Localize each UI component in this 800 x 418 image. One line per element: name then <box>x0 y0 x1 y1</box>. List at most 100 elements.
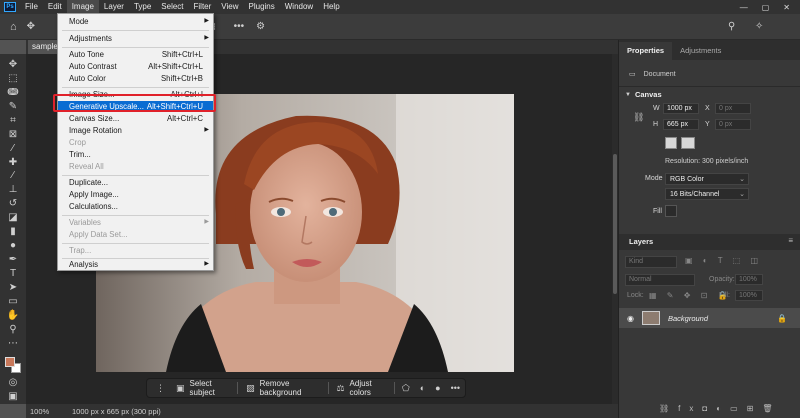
menu-item-auto-contrast[interactable]: Auto Contrast Alt+Shift+Ctrl+L <box>58 61 213 72</box>
drag-handle-icon[interactable]: ⋮ <box>151 383 170 394</box>
adjustment-icon[interactable]: ◐ <box>716 404 730 413</box>
menu-view[interactable]: View <box>216 0 243 14</box>
menu-item-trim[interactable]: Trim... <box>58 149 213 160</box>
marquee-icon[interactable]: ⬚ <box>4 72 22 85</box>
search-icon[interactable]: ⚲ <box>728 21 735 32</box>
remove-background-button[interactable]: ▨ Remove background <box>240 379 326 397</box>
landscape-orientation-icon[interactable] <box>681 137 695 149</box>
link-layers-icon[interactable]: ⛓ <box>659 404 678 413</box>
zoom-level[interactable]: 100% <box>26 407 68 416</box>
link-icon[interactable]: ⛓ <box>633 112 644 123</box>
zoom-icon[interactable]: ⚲ <box>4 323 22 336</box>
visibility-eye-icon[interactable]: ◉ <box>627 314 634 323</box>
more-options-icon[interactable]: ••• <box>234 21 245 32</box>
menu-item-auto-color[interactable]: Auto Color Shift+Ctrl+B <box>58 73 213 84</box>
gradient-icon[interactable]: ▮ <box>4 225 22 238</box>
document-info: 1000 px x 665 px (300 ppi) <box>72 406 161 416</box>
maximize-icon[interactable]: ▢ <box>762 3 770 12</box>
new-layer-icon[interactable]: ⊞ <box>747 404 763 413</box>
height-field[interactable]: 665 px <box>663 119 699 130</box>
rectangle-icon[interactable]: ▭ <box>4 295 22 308</box>
color-swatches[interactable] <box>3 355 23 373</box>
fill-opacity-field[interactable]: 100% <box>735 290 763 301</box>
mask-icon[interactable]: ● <box>430 383 445 393</box>
opacity-field[interactable]: 100% <box>735 274 763 285</box>
healing-brush-icon[interactable]: ✚ <box>4 156 22 169</box>
x-field[interactable]: 0 px <box>715 103 751 114</box>
menu-item-adjustments[interactable]: Adjustments ▶ <box>58 33 213 44</box>
bit-depth-select[interactable]: 16 Bits/Channel ⌄ <box>665 188 749 200</box>
add-mask-icon[interactable]: ◘ <box>702 404 716 413</box>
foreground-color-swatch[interactable] <box>5 356 15 367</box>
close-icon[interactable]: ✕ <box>783 3 790 12</box>
menu-type[interactable]: Type <box>129 0 156 14</box>
tab-adjustments[interactable]: Adjustments <box>672 42 729 60</box>
menu-item-analysis[interactable]: Analysis ▶ <box>58 259 213 270</box>
layers-title[interactable]: Layers <box>629 237 653 246</box>
layer-filter-kind[interactable]: Kind <box>625 256 677 268</box>
canvas-section-header[interactable]: ▼ Canvas <box>625 90 662 99</box>
menu-shortcut: Alt+Ctrl+C <box>167 114 203 123</box>
mode-select[interactable]: RGB Color ⌄ <box>665 173 749 185</box>
move-icon[interactable]: ✥ <box>4 58 22 71</box>
blur-icon[interactable]: ● <box>4 239 22 252</box>
minimize-icon[interactable]: — <box>740 3 748 12</box>
history-brush-icon[interactable]: ↺ <box>4 197 22 210</box>
width-field[interactable]: 1000 px <box>663 103 699 114</box>
layer-filter-icons[interactable]: ▣ ◐ T ⬚ ◫ <box>685 256 762 265</box>
submenu-arrow-icon: ▶ <box>204 18 209 24</box>
menu-plugins[interactable]: Plugins <box>244 0 280 14</box>
lasso-icon[interactable]: ↈ <box>4 86 22 99</box>
menu-file[interactable]: File <box>20 0 43 14</box>
eraser-icon[interactable]: ◪ <box>4 211 22 224</box>
tab-properties[interactable]: Properties <box>619 42 673 60</box>
screen-mode-icon[interactable]: ▣ <box>4 390 22 403</box>
menu-layer[interactable]: Layer <box>99 0 129 14</box>
path-selection-icon[interactable]: ➤ <box>4 281 22 294</box>
more-tools-icon[interactable]: ⋯ <box>4 337 22 350</box>
layer-row-background[interactable]: ◉ Background 🔒 <box>619 308 800 328</box>
eyedropper-icon[interactable]: ⁄ <box>4 142 22 155</box>
portrait-orientation-icon[interactable] <box>665 137 677 149</box>
move-tool-icon[interactable]: ✥ <box>27 21 35 32</box>
more-icon[interactable]: ••• <box>446 383 465 393</box>
menu-item-calculations[interactable]: Calculations... <box>58 201 213 212</box>
frame-icon[interactable]: ⊠ <box>4 128 22 141</box>
menu-item-canvas-size[interactable]: Canvas Size... Alt+Ctrl+C <box>58 113 213 124</box>
panel-menu-icon[interactable]: ≡ <box>788 236 793 245</box>
discover-icon[interactable]: ✧ <box>755 21 763 32</box>
quick-mask-icon[interactable]: ◎ <box>4 376 22 389</box>
fill-swatch[interactable] <box>665 205 677 217</box>
brush-icon[interactable]: ∕ <box>4 170 22 183</box>
home-icon[interactable]: ⌂ <box>10 21 17 33</box>
menu-filter[interactable]: Filter <box>189 0 217 14</box>
menu-item-apply-image[interactable]: Apply Image... <box>58 189 213 200</box>
quick-select-icon[interactable]: ✎ <box>4 100 22 113</box>
transform-icon[interactable]: ⬠ <box>397 383 415 394</box>
menu-image[interactable]: Image <box>66 0 99 14</box>
menu-item-image-rotation[interactable]: Image Rotation ▶ <box>58 125 213 136</box>
menu-item-mode[interactable]: Mode ▶ <box>58 16 213 27</box>
distribute-icon[interactable]: ⚙ <box>256 21 265 32</box>
hand-icon[interactable]: ✋ <box>4 309 22 322</box>
menu-item-duplicate[interactable]: Duplicate... <box>58 177 213 188</box>
type-icon[interactable]: T <box>4 267 22 280</box>
adjustment-layer-icon[interactable]: ◐ <box>415 383 430 393</box>
clone-stamp-icon[interactable]: ⊥ <box>4 183 22 196</box>
crop-icon[interactable]: ⌗ <box>4 114 22 127</box>
menu-edit[interactable]: Edit <box>43 0 67 14</box>
layer-name[interactable]: Background <box>668 314 708 323</box>
delete-layer-icon[interactable]: 🗑 <box>762 404 781 413</box>
group-icon[interactable]: ▭ <box>730 404 747 413</box>
pen-icon[interactable]: ✒ <box>4 253 22 266</box>
y-field[interactable]: 0 px <box>715 119 751 130</box>
fx-icon[interactable]: fx <box>678 404 702 413</box>
menu-item-auto-tone[interactable]: Auto Tone Shift+Ctrl+L <box>58 49 213 60</box>
menu-item-trap: Trap... <box>58 245 213 256</box>
blend-mode-select[interactable]: Normal <box>625 274 695 286</box>
menu-window[interactable]: Window <box>280 0 318 14</box>
menu-select[interactable]: Select <box>156 0 188 14</box>
select-subject-button[interactable]: ▣ Select subject <box>170 379 235 397</box>
menu-help[interactable]: Help <box>318 0 344 14</box>
adjust-colors-button[interactable]: ⚖ Adjust colors <box>330 379 392 397</box>
